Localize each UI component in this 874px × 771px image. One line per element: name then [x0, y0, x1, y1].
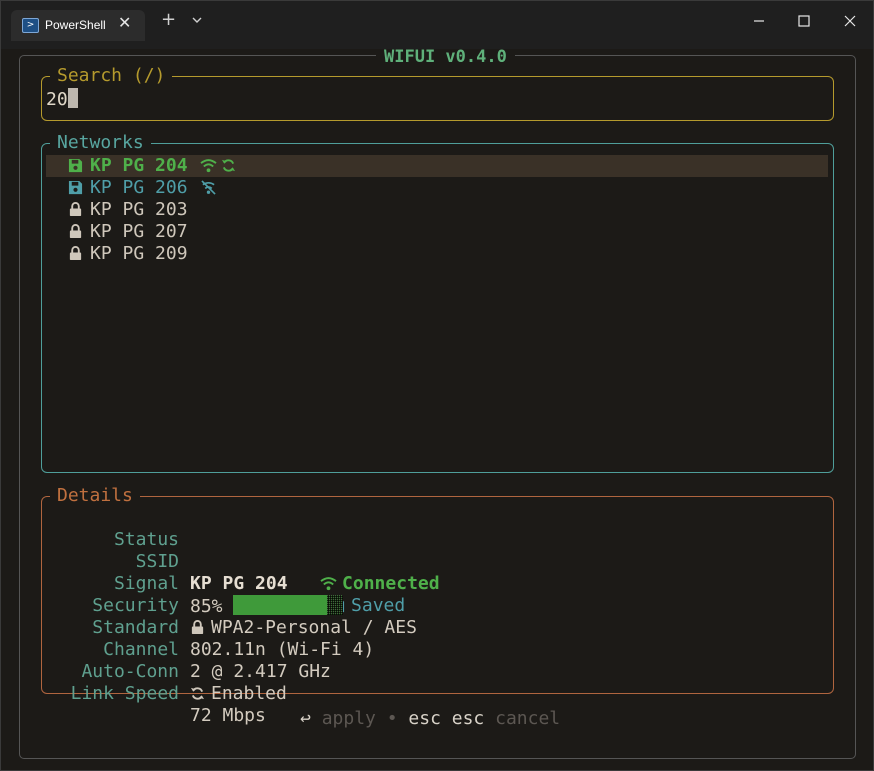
wifi-icon: [200, 155, 217, 177]
detail-value: Enabled: [190, 683, 287, 705]
detail-ssid: SSID KP PG 204: [42, 529, 288, 594]
search-title: Search (/): [50, 65, 173, 87]
terminal-window: > PowerShell ✕ + WIFUI v0.4.0 Search (/)…: [0, 0, 874, 771]
lock-icon: [68, 199, 83, 221]
detail-standard: Standard 802.11n (Wi-Fi 4): [42, 595, 374, 660]
detail-channel: Channel 2 @ 2.417 GHz: [42, 617, 331, 682]
detail-security: Security WPA2-Personal / AES: [42, 573, 417, 638]
detail-signal: Signal 85%: [42, 551, 343, 617]
lock-icon: [68, 243, 83, 265]
network-item-kp-pg-203[interactable]: KP PG 203: [46, 199, 828, 221]
networks-title: Networks: [50, 132, 151, 154]
minimize-icon: [754, 20, 764, 22]
signal-percent: 85%: [190, 596, 223, 617]
enter-icon: ↩: [300, 708, 311, 729]
search-input[interactable]: 20: [46, 88, 78, 111]
apply-hint[interactable]: apply: [322, 708, 376, 729]
tab-powershell[interactable]: > PowerShell ✕: [11, 10, 145, 41]
terminal-area[interactable]: WIFUI v0.4.0 Search (/) 20 Networks KP P…: [1, 49, 873, 770]
details-title: Details: [50, 485, 140, 507]
close-tab-icon[interactable]: ✕: [118, 13, 131, 32]
new-tab-button[interactable]: +: [161, 9, 176, 30]
close-icon: [844, 15, 856, 27]
cancel-hint[interactable]: cancel: [495, 708, 560, 729]
save-icon: [68, 177, 83, 199]
detail-value: 2 @ 2.417 GHz: [190, 661, 331, 682]
detail-linkspeed: Link Speed 72 Mbps: [42, 661, 266, 726]
powershell-icon: >: [22, 18, 39, 33]
network-ssid: KP PG 207: [90, 221, 188, 242]
details-panel: Details Status Connected Saved SSID KP P…: [41, 485, 834, 726]
status-connected: Connected: [342, 573, 440, 594]
detail-value: 72 Mbps: [190, 705, 266, 726]
detail-label: Link Speed: [70, 683, 179, 704]
network-item-kp-pg-207[interactable]: KP PG 207: [46, 221, 828, 243]
network-ssid: KP PG 204: [90, 155, 188, 176]
detail-value: KP PG 204: [190, 573, 288, 594]
app-title: WIFUI v0.4.0: [376, 49, 515, 66]
maximize-button[interactable]: [798, 13, 810, 31]
footer-separator: •: [386, 708, 398, 729]
tab-dropdown-button[interactable]: [191, 13, 203, 29]
keybind-footer: ↩ apply • esc esc cancel: [300, 708, 560, 730]
detail-autoconn: Auto-Conn Enabled: [42, 639, 286, 704]
network-ssid: KP PG 203: [90, 199, 188, 220]
detail-value: 802.11n (Wi-Fi 4): [190, 639, 375, 660]
security-value: WPA2-Personal / AES: [211, 617, 417, 638]
wifi-icon: [320, 573, 337, 594]
lock-icon: [68, 221, 83, 243]
esc-key-hint: esc esc: [408, 708, 485, 729]
detail-status: Status Connected Saved: [42, 507, 440, 616]
minimize-button[interactable]: [753, 13, 765, 31]
title-bar: > PowerShell ✕ +: [1, 1, 873, 49]
text-cursor: [67, 88, 78, 108]
detail-value: 85%: [190, 595, 343, 618]
network-item-kp-pg-206[interactable]: KP PG 206: [46, 177, 828, 199]
wifi-off-icon: [200, 177, 217, 199]
signal-bar-remainder: [326, 595, 343, 615]
search-box[interactable]: Search (/) 20: [41, 65, 834, 121]
app-frame: WIFUI v0.4.0 Search (/) 20 Networks KP P…: [19, 49, 856, 759]
network-ssid: KP PG 206: [90, 177, 188, 198]
network-item-kp-pg-209[interactable]: KP PG 209: [46, 243, 828, 265]
tab-title: PowerShell: [45, 18, 106, 32]
search-value: 20: [46, 89, 68, 110]
status-saved: Saved: [351, 595, 406, 616]
autoconnect-icon: [190, 683, 205, 704]
lock-icon: [190, 617, 205, 638]
detail-value: WPA2-Personal / AES: [190, 617, 417, 639]
chevron-down-icon: [192, 17, 202, 23]
network-item-kp-pg-204[interactable]: KP PG 204: [46, 155, 828, 177]
network-ssid: KP PG 209: [90, 243, 188, 264]
maximize-icon: [798, 15, 810, 27]
networks-panel: Networks KP PG 204 KP PG 206 KP PG 203 K…: [41, 132, 834, 473]
save-icon: [68, 155, 83, 177]
signal-bar: [232, 595, 327, 615]
autoconnect-icon: [221, 155, 236, 177]
close-window-button[interactable]: [844, 13, 856, 31]
autoconn-value: Enabled: [211, 683, 287, 704]
